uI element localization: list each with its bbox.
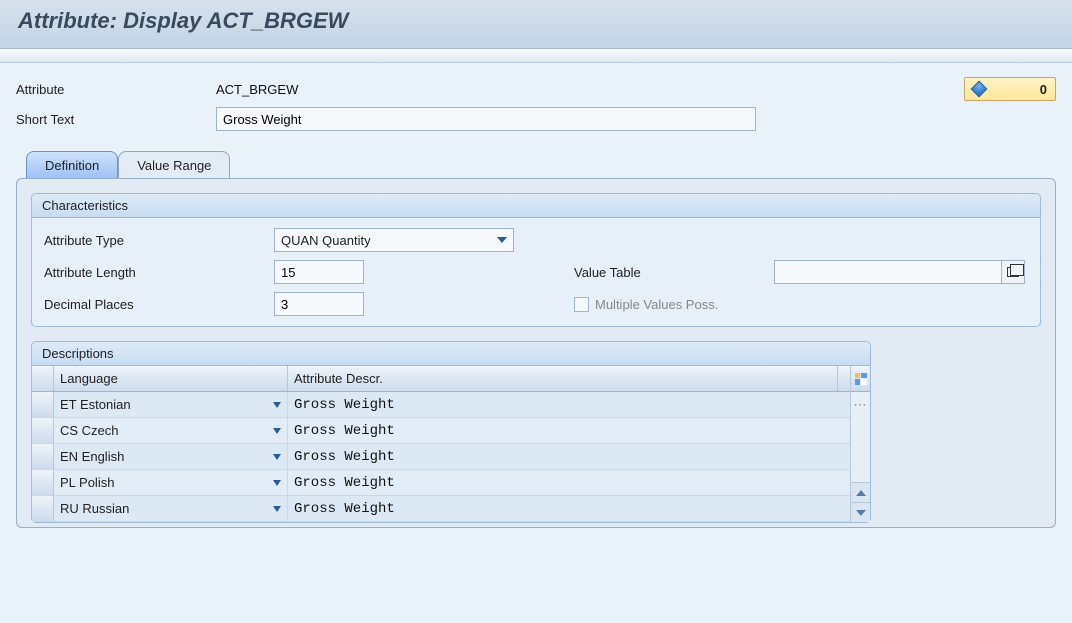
- attribute-value: ACT_BRGEW: [216, 82, 766, 97]
- chevron-up-icon: [856, 490, 866, 496]
- row-selector[interactable]: [32, 392, 54, 417]
- chevron-down-icon: [856, 510, 866, 516]
- table-row[interactable]: CS Czech Gross Weight: [32, 418, 850, 444]
- attr-length-input[interactable]: [274, 260, 364, 284]
- page-title: Attribute: Display ACT_BRGEW: [18, 8, 1054, 34]
- header-fields: Attribute ACT_BRGEW 0 Short Text: [16, 77, 1056, 131]
- chevron-down-icon: [273, 480, 281, 486]
- drag-handle[interactable]: ⋯: [851, 392, 870, 418]
- row-selector[interactable]: [32, 496, 54, 521]
- table-settings-icon: [855, 373, 867, 385]
- attr-type-value: QUAN Quantity: [281, 233, 371, 248]
- language-cell[interactable]: PL Polish: [54, 470, 288, 495]
- definition-panel: Characteristics Attribute Type QUAN Quan…: [16, 178, 1056, 528]
- language-value: ET Estonian: [60, 397, 131, 412]
- description-cell[interactable]: Gross Weight: [288, 423, 838, 439]
- short-text-label: Short Text: [16, 112, 216, 127]
- tab-strip: Definition Value Range: [26, 151, 1056, 178]
- chevron-down-icon: [273, 402, 281, 408]
- language-value: PL Polish: [60, 475, 114, 490]
- table-settings-button[interactable]: [851, 366, 870, 392]
- window-icon: [1007, 267, 1019, 277]
- diamond-icon: [971, 81, 988, 98]
- multiple-values-label: Multiple Values Poss.: [595, 297, 718, 312]
- attr-type-label: Attribute Type: [44, 233, 274, 248]
- chevron-down-icon: [273, 454, 281, 460]
- col-language[interactable]: Language: [54, 366, 288, 391]
- row-selector[interactable]: [32, 418, 54, 443]
- toolbar-divider: [0, 49, 1072, 63]
- attr-length-label: Attribute Length: [44, 265, 274, 280]
- decimal-places-input[interactable]: [274, 292, 364, 316]
- descriptions-group-title: Descriptions: [32, 342, 870, 366]
- chevron-down-icon: [273, 506, 281, 512]
- chevron-down-icon: [273, 428, 281, 434]
- row-selector[interactable]: [32, 444, 54, 469]
- badge-value: 0: [1040, 82, 1047, 97]
- description-cell[interactable]: Gross Weight: [288, 449, 838, 465]
- decimal-places-label: Decimal Places: [44, 297, 274, 312]
- language-value: CS Czech: [60, 423, 119, 438]
- description-cell[interactable]: Gross Weight: [288, 501, 838, 517]
- language-cell[interactable]: EN English: [54, 444, 288, 469]
- value-table-search-button[interactable]: [1001, 260, 1025, 284]
- characteristics-group: Characteristics Attribute Type QUAN Quan…: [31, 193, 1041, 327]
- descriptions-group: Descriptions Language Attribute Descr. E…: [31, 341, 871, 523]
- language-value: RU Russian: [60, 501, 129, 516]
- tab-definition[interactable]: Definition: [26, 151, 118, 178]
- language-cell[interactable]: CS Czech: [54, 418, 288, 443]
- short-text-input[interactable]: [216, 107, 756, 131]
- table-row[interactable]: EN English Gross Weight: [32, 444, 850, 470]
- row-selector[interactable]: [32, 470, 54, 495]
- descriptions-col-headers: Language Attribute Descr.: [32, 366, 850, 392]
- content-area: Attribute ACT_BRGEW 0 Short Text Definit…: [0, 63, 1072, 623]
- value-table-input[interactable]: [774, 260, 1002, 284]
- col-attr-descr[interactable]: Attribute Descr.: [288, 366, 838, 391]
- tab-value-range[interactable]: Value Range: [118, 151, 230, 178]
- language-cell[interactable]: ET Estonian: [54, 392, 288, 417]
- description-cell[interactable]: Gross Weight: [288, 475, 838, 491]
- table-row[interactable]: PL Polish Gross Weight: [32, 470, 850, 496]
- language-cell[interactable]: RU Russian: [54, 496, 288, 521]
- doc-count-badge[interactable]: 0: [964, 77, 1056, 101]
- language-value: EN English: [60, 449, 124, 464]
- scroll-down-button[interactable]: [851, 502, 870, 522]
- scroll-up-button[interactable]: [851, 482, 870, 502]
- characteristics-group-title: Characteristics: [32, 194, 1040, 218]
- attribute-label: Attribute: [16, 82, 216, 97]
- desc-scroll-column: ⋯: [850, 366, 870, 522]
- table-row[interactable]: RU Russian Gross Weight: [32, 496, 850, 522]
- multiple-values-checkbox[interactable]: [574, 297, 589, 312]
- title-bar: Attribute: Display ACT_BRGEW: [0, 0, 1072, 49]
- value-table-label: Value Table: [574, 265, 774, 280]
- description-cell[interactable]: Gross Weight: [288, 397, 838, 413]
- chevron-down-icon: [497, 237, 507, 243]
- table-row[interactable]: ET Estonian Gross Weight: [32, 392, 850, 418]
- desc-table-corner[interactable]: [32, 366, 54, 391]
- attr-type-select[interactable]: QUAN Quantity: [274, 228, 514, 252]
